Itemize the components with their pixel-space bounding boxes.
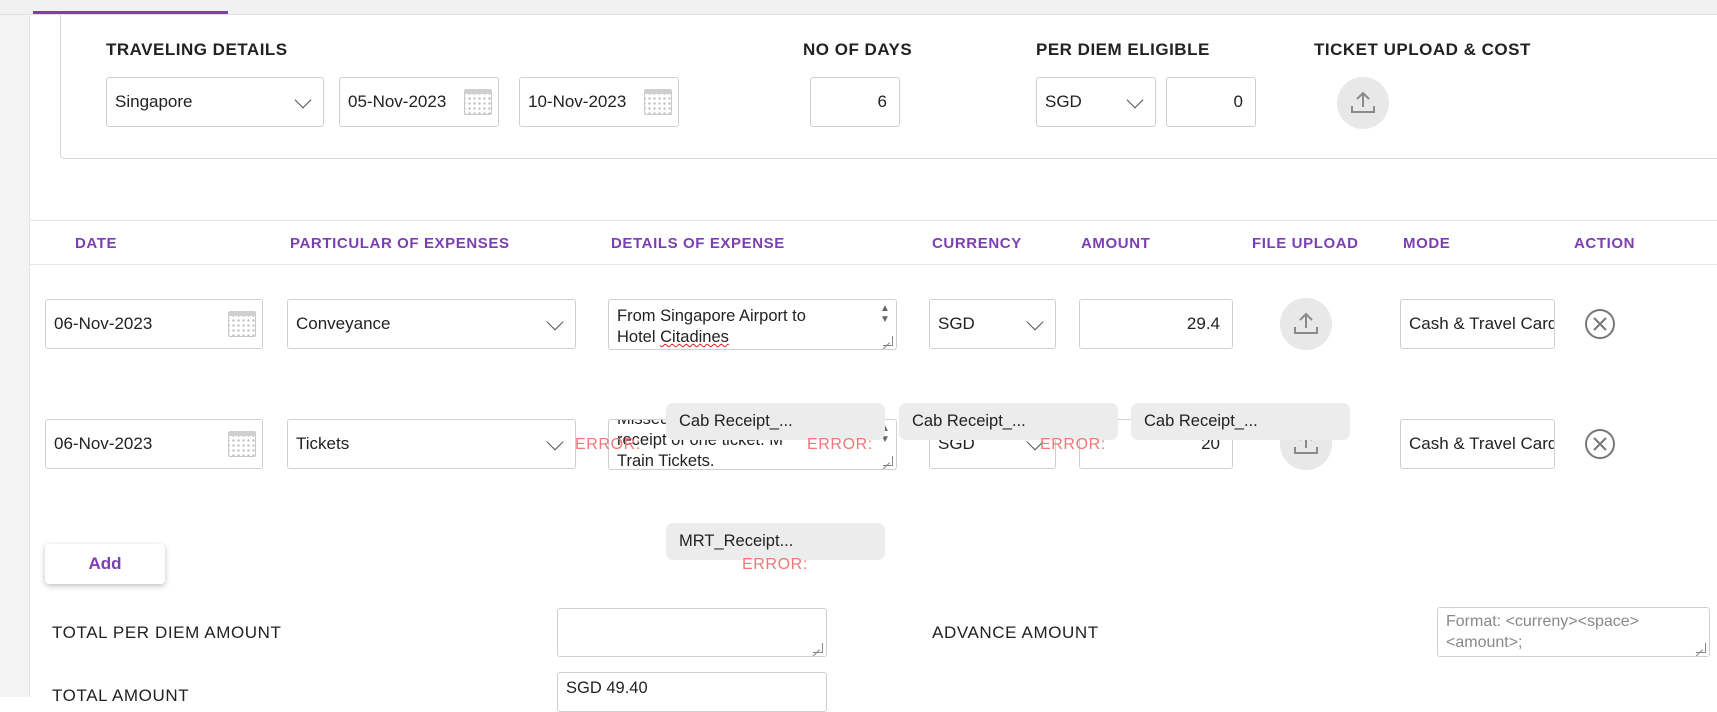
row1-currency-value: SGD <box>938 314 975 333</box>
row1-mode-value: Cash & Travel Card <box>1409 314 1555 333</box>
per-diem-amount-value: 0 <box>1233 92 1243 111</box>
resize-grip-icon[interactable] <box>813 643 823 653</box>
expense-table-header: DATE PARTICULAR OF EXPENSES DETAILS OF E… <box>30 220 1717 265</box>
row1-remove-button[interactable] <box>1585 309 1615 339</box>
column-date: DATE <box>75 235 118 252</box>
add-row-button[interactable]: Add <box>45 544 165 584</box>
row2-remove-button[interactable] <box>1585 429 1615 459</box>
row2-mode-value: Cash & Travel Card <box>1409 434 1555 453</box>
advance-amount-textarea[interactable]: Format: <curreny><space> <amount>; <box>1437 607 1710 657</box>
resize-grip-icon[interactable] <box>883 336 893 346</box>
row1-particular-value: Conveyance <box>296 314 391 333</box>
attachment-error-label: ERROR: <box>1040 436 1106 453</box>
row1-date-field[interactable]: 06-Nov-2023 <box>45 299 263 349</box>
row2-date-field[interactable]: 06-Nov-2023 <box>45 419 263 469</box>
upload-icon <box>1294 312 1318 334</box>
no-of-days-value: 6 <box>877 92 887 111</box>
per-diem-eligible-header: PER DIEM ELIGIBLE <box>1036 40 1210 59</box>
row1-amount-value: 29.4 <box>1186 314 1220 333</box>
chevron-down-icon <box>294 91 312 109</box>
row1-currency-select[interactable]: SGD <box>929 299 1056 349</box>
row1-file-upload-button[interactable] <box>1280 298 1332 350</box>
calendar-icon[interactable] <box>644 89 672 115</box>
no-of-days-field[interactable]: 6 <box>810 77 900 127</box>
ticket-upload-cost-header: TICKET UPLOAD & COST <box>1314 40 1531 59</box>
total-amount-value: SGD 49.40 <box>566 679 648 697</box>
attachment-error-label: ERROR: <box>575 436 641 453</box>
row1-details-textarea[interactable]: From Singapore Airport to Hotel Citadine… <box>608 299 897 350</box>
chevron-down-icon <box>546 433 564 451</box>
per-diem-amount-field[interactable]: 0 <box>1166 77 1256 127</box>
chevron-down-icon <box>546 313 564 331</box>
calendar-icon[interactable] <box>228 431 256 457</box>
column-mode: MODE <box>1403 235 1451 252</box>
total-amount-textarea[interactable]: SGD 49.40 <box>557 672 827 712</box>
row1-details-line1: From Singapore Airport to <box>617 307 806 325</box>
total-per-diem-label: TOTAL PER DIEM AMOUNT <box>52 623 282 642</box>
column-action: ACTION <box>1574 235 1636 252</box>
traveling-details-header: TRAVELING DETAILS <box>106 40 288 59</box>
close-icon <box>1593 437 1607 451</box>
per-diem-currency-select[interactable]: SGD <box>1036 77 1156 127</box>
attachment-error-label: ERROR: <box>742 556 808 573</box>
calendar-icon[interactable] <box>228 311 256 337</box>
per-diem-currency-value: SGD <box>1045 92 1082 111</box>
column-details: DETAILS OF EXPENSE <box>611 235 785 252</box>
upload-icon <box>1351 91 1375 113</box>
advance-amount-label: ADVANCE AMOUNT <box>932 623 1099 642</box>
resize-grip-icon[interactable] <box>1696 643 1706 653</box>
left-gutter <box>0 15 30 697</box>
column-amount: AMOUNT <box>1081 235 1151 252</box>
row1-particular-select[interactable]: Conveyance <box>287 299 576 349</box>
from-date-field[interactable]: 05-Nov-2023 <box>339 77 499 127</box>
attachment-chip[interactable]: MRT_Receipt... <box>666 523 885 560</box>
row1-details-line2: Hotel Citadines <box>617 328 729 346</box>
ticket-upload-button[interactable] <box>1337 77 1389 129</box>
destination-select[interactable]: Singapore <box>106 77 324 127</box>
chevron-down-icon <box>1126 91 1144 109</box>
total-per-diem-textarea[interactable] <box>557 608 827 657</box>
from-date-value: 05-Nov-2023 <box>348 92 447 111</box>
to-date-value: 10-Nov-2023 <box>528 92 627 111</box>
total-amount-label: TOTAL AMOUNT <box>52 686 190 705</box>
row2-date-value: 06-Nov-2023 <box>54 434 153 453</box>
destination-value: Singapore <box>115 92 193 111</box>
attachment-error-label: ERROR: <box>807 436 873 453</box>
calendar-icon[interactable] <box>464 89 492 115</box>
row1-mode-select[interactable]: Cash & Travel Card <box>1400 299 1555 349</box>
row1-amount-field[interactable]: 29.4 <box>1079 299 1233 349</box>
top-tab-bar <box>0 0 1717 15</box>
chevron-down-icon <box>1026 313 1044 331</box>
row2-particular-select[interactable]: Tickets <box>287 419 576 469</box>
no-of-days-header: NO OF DAYS <box>803 40 913 59</box>
attachment-chip[interactable]: Cab Receipt_... <box>666 403 885 440</box>
scroll-arrows-icon[interactable]: ▲ ▼ <box>879 303 891 325</box>
row2-mode-select[interactable]: Cash & Travel Card <box>1400 419 1555 469</box>
active-tab-indicator <box>33 11 228 14</box>
advance-amount-placeholder: Format: <curreny><space> <amount>; <box>1446 613 1639 651</box>
to-date-field[interactable]: 10-Nov-2023 <box>519 77 679 127</box>
resize-grip-icon[interactable] <box>883 456 893 466</box>
row1-date-value: 06-Nov-2023 <box>54 314 153 333</box>
column-file-upload: FILE UPLOAD <box>1252 235 1359 252</box>
column-particular: PARTICULAR OF EXPENSES <box>290 235 510 252</box>
attachment-chip[interactable]: Cab Receipt_... <box>1131 403 1350 440</box>
column-currency: CURRENCY <box>932 235 1022 252</box>
row2-particular-value: Tickets <box>296 434 350 453</box>
close-icon <box>1593 317 1607 331</box>
attachment-chip[interactable]: Cab Receipt_... <box>899 403 1118 440</box>
